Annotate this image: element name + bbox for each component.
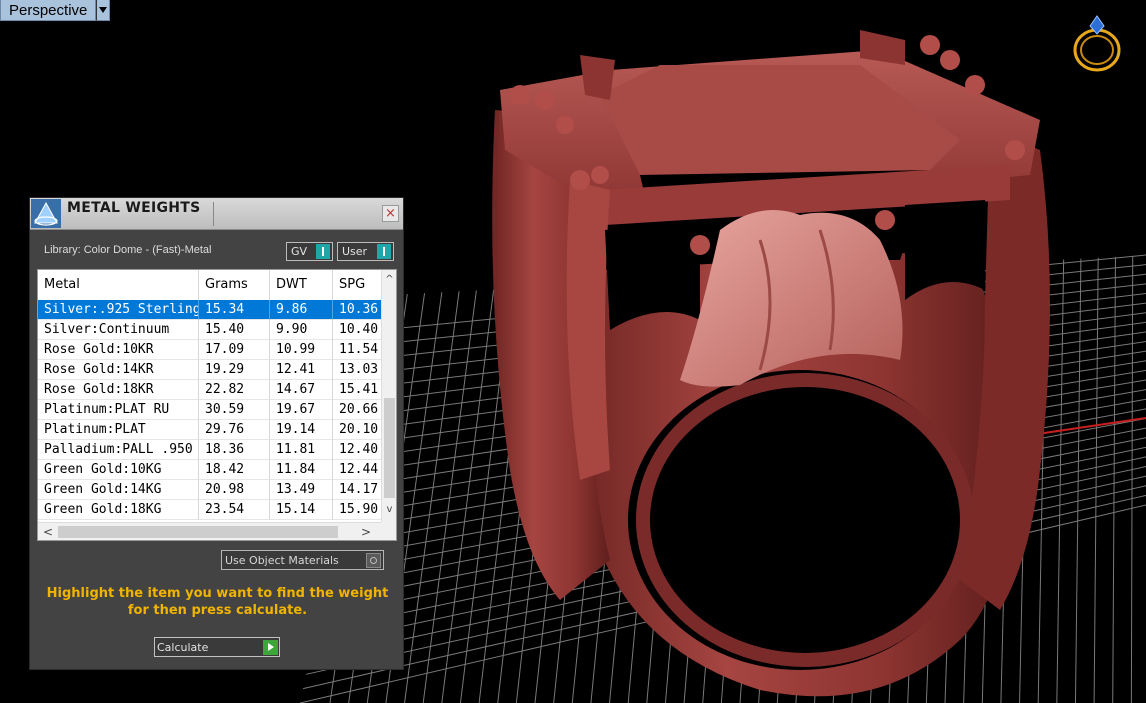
app-logo-icon	[31, 199, 61, 228]
3d-viewport[interactable]: Perspective METAL WEIGHTS × Library: Col…	[0, 0, 1146, 703]
table-body: Silver:.925 Sterling 15.34 9.86 10.36 Silver…	[38, 300, 383, 520]
gv-toggle[interactable]: GV	[286, 242, 333, 261]
cell-grams: 20.98	[199, 480, 270, 500]
cell-dwt: 12.41	[270, 360, 333, 380]
cell-dwt: 9.86	[270, 300, 333, 320]
cell-metal: Green Gold:18KG	[38, 500, 199, 520]
close-icon[interactable]: ×	[382, 205, 399, 222]
cell-dwt: 14.67	[270, 380, 333, 400]
instruction-line-1: Highlight the item you want to find the …	[46, 586, 389, 601]
cell-metal: Rose Gold:10KR	[38, 340, 199, 360]
cell-grams: 15.40	[199, 320, 270, 340]
table-header: Metal Grams DWT SPG	[38, 270, 383, 301]
scroll-left-icon[interactable]: <	[40, 523, 56, 540]
toggle-switch-icon[interactable]	[377, 244, 391, 259]
cell-grams: 23.54	[199, 500, 270, 520]
scroll-up-icon[interactable]: ^	[382, 272, 396, 288]
library-label: Library: Color Dome - (Fast)-Metal	[44, 244, 212, 256]
cell-metal: Rose Gold:14KR	[38, 360, 199, 380]
instruction-line-2: for then press calculate.	[127, 603, 308, 618]
cell-metal: Green Gold:10KG	[38, 460, 199, 480]
cell-grams: 30.59	[199, 400, 270, 420]
cell-grams: 15.34	[199, 300, 270, 320]
calculate-button[interactable]: Calculate	[154, 637, 280, 657]
table-row[interactable]: Platinum:PLAT RU 30.59 19.67 20.66	[38, 400, 383, 420]
cell-spg: 10.36	[333, 300, 383, 320]
cell-grams: 22.82	[199, 380, 270, 400]
cell-metal: Green Gold:14KG	[38, 480, 199, 500]
table-row[interactable]: Green Gold:14KG 20.98 13.49 14.17	[38, 480, 383, 500]
scroll-thumb[interactable]	[58, 526, 338, 538]
cell-grams: 18.36	[199, 440, 270, 460]
viewport-label[interactable]: Perspective	[0, 0, 97, 21]
toggle-switch-icon[interactable]	[316, 244, 330, 259]
cell-grams: 17.09	[199, 340, 270, 360]
cell-dwt: 10.99	[270, 340, 333, 360]
table-row[interactable]: Silver:.925 Sterling 15.34 9.86 10.36	[38, 300, 383, 320]
cell-spg: 10.40	[333, 320, 383, 340]
table-row[interactable]: Platinum:PLAT 29.76 19.14 20.10	[38, 420, 383, 440]
cell-dwt: 11.84	[270, 460, 333, 480]
cell-spg: 12.40	[333, 440, 383, 460]
cell-dwt: 9.90	[270, 320, 333, 340]
column-header-metal[interactable]: Metal	[38, 270, 199, 300]
cell-spg: 20.66	[333, 400, 383, 420]
panel-title: METAL WEIGHTS	[67, 200, 201, 216]
cell-metal: Rose Gold:18KR	[38, 380, 199, 400]
use-object-materials-label: Use Object Materials	[225, 553, 339, 567]
ring-icon[interactable]	[1068, 12, 1128, 74]
table-row[interactable]: Palladium:PALL .950 18.36 11.81 12.40	[38, 440, 383, 460]
cell-grams: 19.29	[199, 360, 270, 380]
play-arrow-icon[interactable]	[263, 639, 278, 655]
vertical-scrollbar[interactable]: ^ v	[381, 270, 396, 522]
cell-metal: Platinum:PLAT RU	[38, 400, 199, 420]
cell-spg: 20.10	[333, 420, 383, 440]
table-row[interactable]: Rose Gold:18KR 22.82 14.67 15.41	[38, 380, 383, 400]
scroll-thumb[interactable]	[384, 398, 395, 498]
metal-weights-panel: METAL WEIGHTS × Library: Color Dome - (F…	[29, 197, 404, 670]
radio-icon[interactable]	[366, 552, 381, 568]
header-divider	[213, 202, 214, 226]
scroll-right-icon[interactable]: >	[358, 523, 374, 540]
calculate-label: Calculate	[157, 640, 209, 654]
table-row[interactable]: Green Gold:10KG 18.42 11.84 12.44	[38, 460, 383, 480]
cell-metal: Palladium:PALL .950	[38, 440, 199, 460]
cell-dwt: 19.14	[270, 420, 333, 440]
table-row[interactable]: Silver:Continuum 15.40 9.90 10.40	[38, 320, 383, 340]
column-header-grams[interactable]: Grams	[199, 270, 270, 300]
table-row[interactable]: Rose Gold:14KR 19.29 12.41 13.03	[38, 360, 383, 380]
cell-spg: 15.41	[333, 380, 383, 400]
cell-grams: 18.42	[199, 460, 270, 480]
user-toggle[interactable]: User	[337, 242, 394, 261]
instruction-text: Highlight the item you want to find the …	[40, 585, 395, 619]
column-header-spg[interactable]: SPG	[333, 270, 383, 300]
cell-dwt: 15.14	[270, 500, 333, 520]
cell-spg: 13.03	[333, 360, 383, 380]
user-toggle-label: User	[342, 245, 368, 258]
cell-spg: 14.17	[333, 480, 383, 500]
metal-table[interactable]: Metal Grams DWT SPG Silver:.925 Sterling…	[37, 269, 397, 541]
viewport-dropdown-icon[interactable]	[96, 0, 111, 21]
horizontal-scrollbar[interactable]: < >	[38, 522, 381, 540]
cell-dwt: 11.81	[270, 440, 333, 460]
cell-dwt: 19.67	[270, 400, 333, 420]
cell-grams: 29.76	[199, 420, 270, 440]
cell-metal: Silver:Continuum	[38, 320, 199, 340]
scroll-down-icon[interactable]: v	[382, 502, 396, 518]
use-object-materials-toggle[interactable]: Use Object Materials	[221, 550, 384, 570]
table-row[interactable]: Rose Gold:10KR 17.09 10.99 11.54	[38, 340, 383, 360]
cell-spg: 15.90	[333, 500, 383, 520]
panel-header[interactable]: METAL WEIGHTS ×	[30, 198, 403, 230]
column-header-dwt[interactable]: DWT	[270, 270, 333, 300]
scrollbar-corner	[381, 522, 396, 540]
cell-metal: Silver:.925 Sterling	[38, 300, 199, 320]
viewport-label-tab[interactable]: Perspective	[0, 0, 111, 21]
ring-model[interactable]	[492, 30, 1050, 697]
gv-toggle-label: GV	[291, 245, 308, 258]
cell-metal: Platinum:PLAT	[38, 420, 199, 440]
table-row[interactable]: Green Gold:18KG 23.54 15.14 15.90	[38, 500, 383, 520]
cell-spg: 11.54	[333, 340, 383, 360]
cell-spg: 12.44	[333, 460, 383, 480]
cell-dwt: 13.49	[270, 480, 333, 500]
